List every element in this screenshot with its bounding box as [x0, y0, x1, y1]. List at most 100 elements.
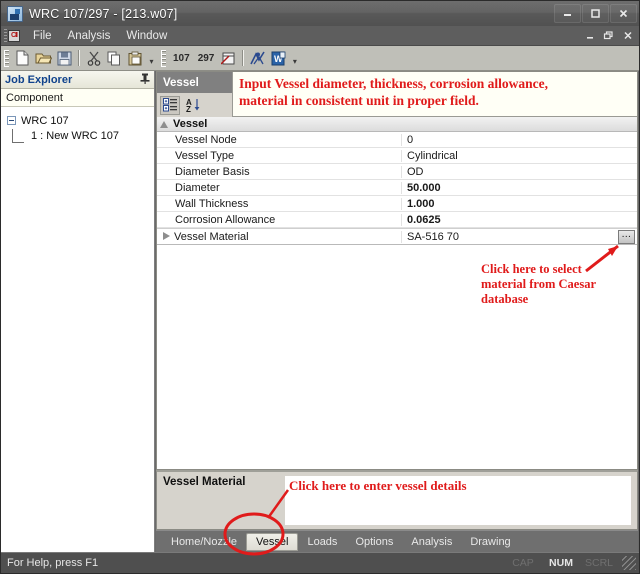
tab-vessel[interactable]: Vessel: [246, 532, 299, 551]
copy-icon[interactable]: [104, 48, 125, 68]
instruction-annotation-text: Input Vessel diameter, thickness, corros…: [239, 76, 549, 108]
tree-node-child[interactable]: 1 : New WRC 107: [12, 129, 154, 149]
window-controls: [554, 4, 637, 23]
table-row[interactable]: Wall Thickness 1.000: [157, 196, 637, 212]
document-pane: Vessel A Z Input Vessel diameter, thickn…: [155, 71, 639, 552]
menu-window[interactable]: Window: [118, 28, 175, 44]
category-collapse-icon[interactable]: [160, 120, 169, 129]
component-column-header: Component: [1, 89, 154, 107]
cut-icon[interactable]: [83, 48, 104, 68]
table-row[interactable]: Diameter 50.000: [157, 180, 637, 196]
paste-icon[interactable]: [125, 48, 146, 68]
window-icon[interactable]: [218, 48, 239, 68]
instruction-annotation-box: Input Vessel diameter, thickness, corros…: [232, 72, 637, 117]
table-row[interactable]: Diameter Basis OD: [157, 164, 637, 180]
property-category-label: Vessel: [173, 118, 208, 130]
tab-loads[interactable]: Loads: [298, 534, 346, 550]
window-title: WRC 107/297 - [213.w07]: [29, 6, 178, 21]
title-bar: WRC 107/297 - [213.w07]: [1, 1, 639, 26]
alphabetical-sort-icon[interactable]: A Z: [183, 96, 203, 115]
table-row[interactable]: Vessel Type Cylindrical: [157, 148, 637, 164]
toolbar-overflow-chevron[interactable]: ▾: [146, 48, 157, 68]
vessel-tab-annotation-text: Click here to enter vessel details: [285, 476, 631, 525]
property-name: Vessel Type: [157, 149, 402, 162]
app-icon: [7, 5, 23, 22]
mdi-window-controls: [581, 28, 639, 43]
mdi-document-icon: CII: [4, 28, 21, 43]
tree-root-label: WRC 107: [21, 114, 69, 127]
table-row[interactable]: Corrosion Allowance 0.0625: [157, 212, 637, 228]
toolbar-container: ▾ 107 297 W ▾: [1, 46, 639, 71]
tree-elbow-icon: [12, 129, 24, 143]
toolbar-grip[interactable]: [4, 49, 9, 67]
open-icon[interactable]: [33, 48, 54, 68]
tree-child-label: 1 : New WRC 107: [31, 130, 120, 142]
toolbar-separator: [78, 50, 80, 66]
run-analysis-icon[interactable]: [247, 48, 268, 68]
toolbar-grip-2[interactable]: [161, 49, 166, 67]
property-name: Diameter Basis: [157, 165, 402, 178]
job-explorer-panel: Job Explorer Component WRC 107 1: New W…: [1, 71, 155, 552]
tab-home-nozzle[interactable]: Home/Nozzle: [162, 534, 246, 550]
object-selector-combo[interactable]: Vessel: [157, 72, 232, 93]
new-icon[interactable]: [12, 48, 33, 68]
menu-analysis[interactable]: Analysis: [60, 28, 119, 44]
property-name: Corrosion Allowance: [157, 213, 402, 226]
property-value[interactable]: 0.0625: [402, 214, 637, 226]
wrc-107-button[interactable]: 107: [169, 53, 194, 64]
status-hint: For Help, press F1: [7, 557, 99, 569]
save-icon[interactable]: [54, 48, 75, 68]
close-button[interactable]: [610, 4, 637, 23]
property-view-buttons: A Z: [157, 93, 232, 117]
job-tree: WRC 107 1 : New WRC 107: [1, 107, 154, 552]
analysis-toolbar: 107 297 W ▾: [158, 47, 301, 70]
svg-text:Z: Z: [186, 105, 191, 113]
resize-grip[interactable]: [622, 556, 636, 570]
tab-drawing[interactable]: Drawing: [461, 534, 519, 550]
toolbar-separator-2: [242, 50, 245, 66]
property-value[interactable]: OD: [402, 166, 637, 178]
tree-node-root[interactable]: WRC 107: [7, 112, 154, 129]
maximize-button[interactable]: [582, 4, 609, 23]
tab-strip: Home/Nozzle Vessel Loads Options Analysi…: [156, 530, 638, 552]
property-value[interactable]: SA-516 70: [402, 231, 637, 243]
menu-file[interactable]: File: [25, 28, 60, 44]
status-badge-cap: CAP: [512, 557, 534, 569]
job-explorer-header: Job Explorer: [1, 71, 154, 89]
description-title: Vessel Material: [163, 476, 246, 488]
standard-toolbar: ▾: [1, 47, 158, 70]
word-report-icon[interactable]: W: [268, 48, 289, 68]
categorized-view-icon[interactable]: [160, 95, 180, 115]
table-row-vessel-material[interactable]: Vessel Material SA-516 70 …: [157, 228, 637, 245]
minimize-button[interactable]: [554, 4, 581, 23]
mdi-minimize-button[interactable]: [581, 28, 598, 43]
property-name: Vessel Material: [157, 230, 402, 243]
tab-options[interactable]: Options: [346, 534, 402, 550]
property-grid-toolbar-left: Vessel A Z: [157, 72, 232, 117]
property-value[interactable]: 50.000: [402, 182, 637, 194]
property-category-row[interactable]: Vessel: [157, 117, 637, 132]
property-name-label: Vessel Material: [174, 230, 249, 243]
mdi-restore-button[interactable]: [600, 28, 617, 43]
menu-bar: CII File Analysis Window: [1, 26, 639, 46]
material-browse-button[interactable]: …: [618, 230, 635, 244]
table-row[interactable]: Vessel Node 0: [157, 132, 637, 148]
property-value[interactable]: Cylindrical: [402, 150, 637, 162]
main-body: Job Explorer Component WRC 107 1: New W…: [1, 71, 639, 552]
material-db-annotation-text: Click here to select material from Caesa…: [481, 262, 597, 306]
status-badge-scrl: SCRL: [584, 557, 613, 569]
property-value[interactable]: 0: [402, 134, 637, 146]
property-name: Diameter: [157, 181, 402, 194]
wrc-297-button[interactable]: 297: [194, 53, 219, 64]
property-name: Vessel Node: [157, 133, 402, 146]
property-value[interactable]: 1.000: [402, 198, 637, 210]
job-explorer-title: Job Explorer: [5, 73, 73, 86]
mdi-close-button[interactable]: [619, 28, 636, 43]
row-expand-icon[interactable]: [161, 232, 170, 241]
status-badge-num: NUM: [549, 557, 573, 569]
toolbar-overflow-chevron-2[interactable]: ▾: [289, 48, 300, 68]
pin-icon[interactable]: [140, 73, 150, 87]
tree-expander-icon[interactable]: [7, 116, 16, 125]
property-name: Wall Thickness: [157, 197, 402, 210]
tab-analysis[interactable]: Analysis: [402, 534, 461, 550]
